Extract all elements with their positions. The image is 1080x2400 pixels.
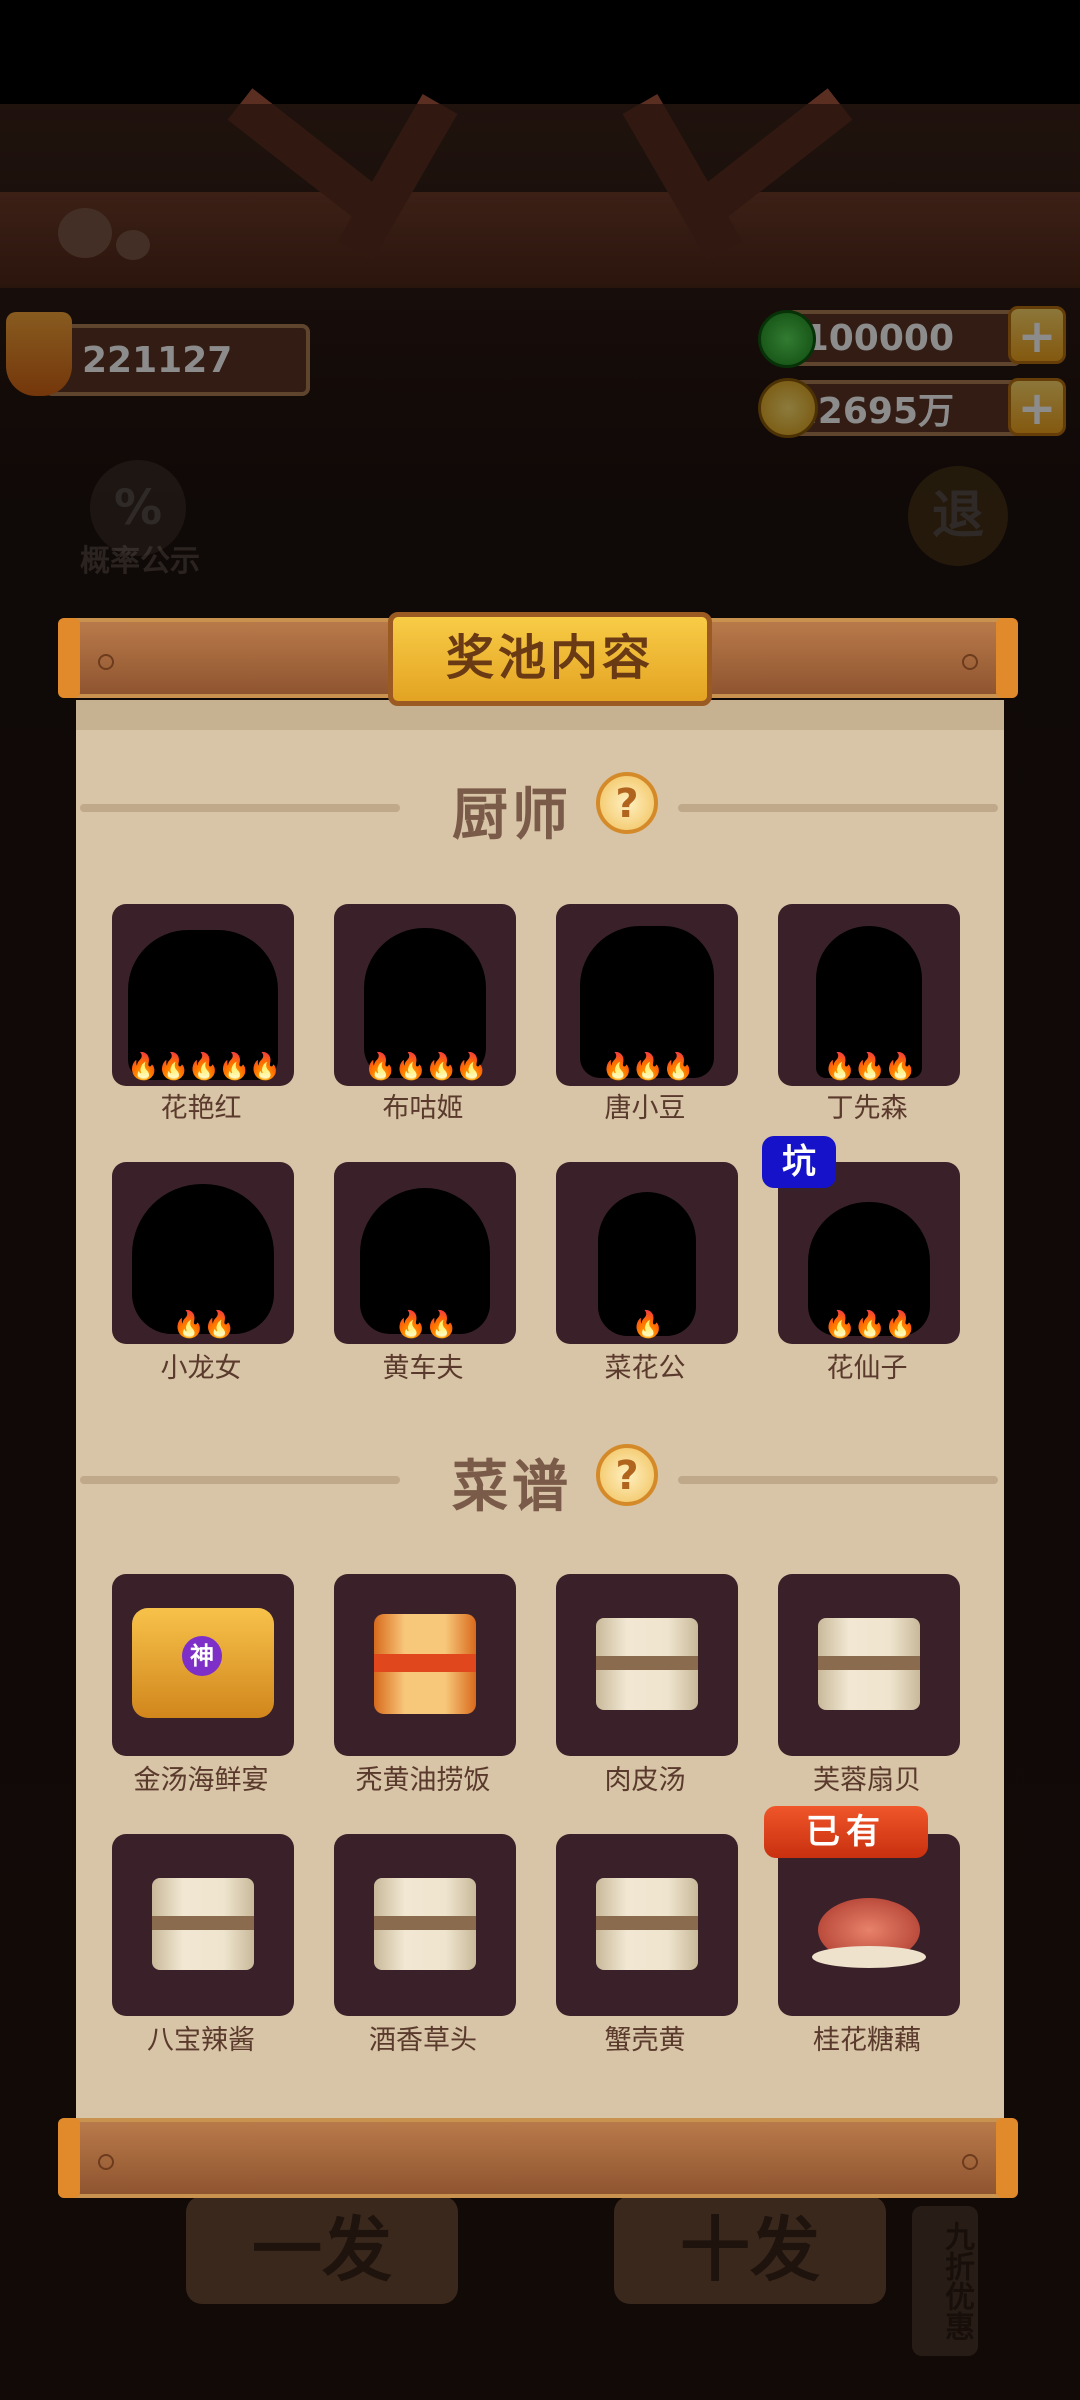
recipe-card[interactable]: [334, 1834, 516, 2016]
star-flames: 🔥🔥🔥: [823, 1052, 916, 1082]
divine-badge: 神: [182, 1636, 222, 1676]
chef-card[interactable]: 🔥🔥🔥: [778, 904, 960, 1086]
recipe-card[interactable]: [556, 1834, 738, 2016]
recipe-section-title: 菜谱: [452, 1455, 572, 1520]
roller-cap: [58, 618, 80, 698]
recipe-card[interactable]: [778, 1834, 960, 2016]
chef-name: 菜花公: [604, 1353, 686, 1384]
chef-name: 花艳红: [160, 1093, 242, 1124]
chef-help-button[interactable]: ?: [596, 772, 658, 834]
recipe-name: 蟹壳黄: [604, 2025, 686, 2056]
scroll-bottom-roller: [58, 2118, 1018, 2198]
chef-card[interactable]: 🔥: [556, 1162, 738, 1344]
recipe-name: 桂花糖藕: [813, 2025, 921, 2056]
recipe-scroll-icon: [596, 1618, 698, 1710]
section-divider: [678, 1476, 998, 1484]
chef-card[interactable]: 🔥🔥🔥: [778, 1162, 960, 1344]
star-flames: 🔥🔥: [172, 1310, 236, 1340]
chef-card[interactable]: 🔥🔥🔥🔥🔥: [112, 904, 294, 1086]
star-flames: 🔥🔥🔥🔥: [364, 1052, 488, 1082]
star-flames: 🔥🔥: [394, 1310, 458, 1340]
recipe-name: 金汤海鲜宴: [133, 1765, 269, 1796]
section-divider: [80, 1476, 400, 1484]
chef-name: 布咕姬: [382, 1093, 464, 1124]
star-flames: 🔥: [631, 1310, 664, 1340]
star-flames: 🔥🔥🔥: [823, 1310, 916, 1340]
section-divider: [80, 804, 400, 812]
recipe-name: 秃黄油捞饭: [355, 1765, 491, 1796]
recipe-name: 肉皮汤: [604, 1765, 686, 1796]
chef-name: 小龙女: [160, 1353, 242, 1384]
section-divider: [678, 804, 998, 812]
recipe-name: 芙蓉扇贝: [813, 1765, 921, 1796]
recipe-card[interactable]: 神: [112, 1574, 294, 1756]
roller-nail: [962, 654, 978, 670]
recipe-card[interactable]: [112, 1834, 294, 2016]
recipe-card[interactable]: [778, 1574, 960, 1756]
recipe-scroll-icon: [818, 1618, 920, 1710]
roller-cap: [996, 618, 1018, 698]
recipe-card[interactable]: [334, 1574, 516, 1756]
roller-nail: [98, 654, 114, 670]
chef-section-title: 厨师: [452, 783, 572, 848]
recipe-name: 八宝辣酱: [147, 2025, 255, 2056]
chef-name: 丁先森: [826, 1093, 908, 1124]
owned-badge: 已有: [764, 1806, 928, 1858]
status-bar: [0, 0, 1080, 104]
plate-icon: [812, 1946, 926, 1968]
chef-card[interactable]: 🔥🔥🔥: [556, 904, 738, 1086]
chef-card[interactable]: 🔥🔥: [112, 1162, 294, 1344]
panel-title: 奖池内容: [388, 612, 712, 706]
recipe-scroll-icon: [596, 1878, 698, 1970]
chef-card[interactable]: 🔥🔥🔥🔥: [334, 904, 516, 1086]
star-flames: 🔥🔥🔥🔥🔥: [127, 1052, 281, 1082]
recipe-help-button[interactable]: ?: [596, 1444, 658, 1506]
scroll-ribbon: [374, 1654, 476, 1672]
recipe-card[interactable]: [556, 1574, 738, 1756]
recipe-scroll-icon: [374, 1878, 476, 1970]
roller-nail: [98, 2154, 114, 2170]
star-flames: 🔥🔥🔥: [601, 1052, 694, 1082]
chef-name: 花仙子: [826, 1353, 908, 1384]
recipe-name: 酒香草头: [369, 2025, 477, 2056]
keng-badge: 坑: [762, 1136, 836, 1188]
roller-cap: [58, 2118, 80, 2198]
roller-nail: [962, 2154, 978, 2170]
chef-name: 黄车夫: [382, 1353, 464, 1384]
recipe-scroll-icon: [152, 1878, 254, 1970]
chef-name: 唐小豆: [604, 1093, 686, 1124]
chef-card[interactable]: 🔥🔥: [334, 1162, 516, 1344]
roller-cap: [996, 2118, 1018, 2198]
